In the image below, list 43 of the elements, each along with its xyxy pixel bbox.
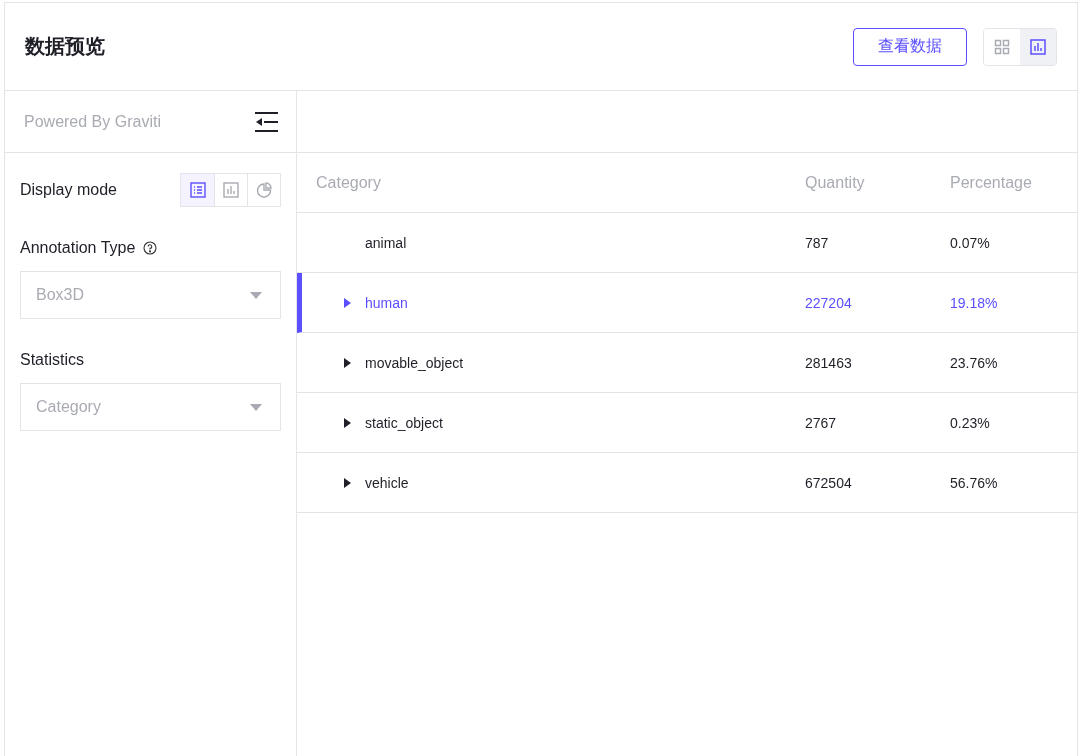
table-cell-text: 787 (805, 234, 830, 251)
dropdown-caret-icon (250, 403, 262, 411)
statistics-label: Statistics (20, 351, 84, 369)
collapse-sidebar-icon[interactable] (254, 110, 278, 133)
page-title: 数据预览 (25, 34, 105, 59)
table-row[interactable]: vehicle 672504 56.76% (297, 453, 1077, 513)
grid-icon (994, 38, 1010, 55)
view-data-button[interactable]: 查看数据 (853, 27, 967, 66)
column-header: Quantity (805, 173, 866, 192)
bar-chart-icon (1030, 38, 1046, 55)
table-row[interactable]: static_object 2767 0.23% (297, 393, 1077, 453)
table-cell-text: 19.18% (950, 294, 999, 311)
column-header: Percentage (950, 173, 1033, 192)
table-cell-text: 2767 (805, 414, 838, 431)
pie-chart-icon (256, 182, 272, 198)
table-cell-text: 0.07% (950, 234, 991, 251)
table-cell-text: 672504 (805, 474, 853, 491)
table-cell-text: 0.23% (950, 414, 991, 431)
table-row[interactable]: animal 787 0.07% (297, 213, 1077, 273)
table-row[interactable]: movable_object 281463 23.76% (297, 333, 1077, 393)
table-cell: vehicle (365, 474, 409, 491)
powered-by-text: Powered By Graviti (24, 112, 161, 131)
table-cell: static_object (365, 414, 443, 431)
help-icon[interactable] (143, 241, 158, 255)
expand-caret-icon[interactable] (344, 417, 351, 428)
expand-caret-icon[interactable] (344, 477, 351, 488)
list-mode-button[interactable] (181, 174, 214, 206)
expand-caret-icon[interactable] (344, 357, 351, 368)
annotation-type-label: Annotation Type (20, 239, 136, 257)
display-mode-label: Display mode (20, 181, 117, 199)
table-cell: human (365, 294, 408, 311)
table-row[interactable]: human 227204 19.18% (297, 273, 1077, 333)
bar-chart-icon (223, 182, 239, 198)
table-cell: animal (365, 234, 407, 251)
dropdown-caret-icon (250, 291, 262, 299)
chart-view-button[interactable] (1020, 28, 1056, 65)
table-cell: movable_object (365, 354, 464, 371)
table-cell-text: 23.76% (950, 354, 999, 371)
table-cell-text: 281463 (805, 354, 853, 371)
table-cell-text: 56.76% (950, 474, 999, 491)
table-cell-text: 227204 (805, 294, 853, 311)
list-icon (189, 182, 206, 198)
column-header: Category (315, 173, 382, 192)
